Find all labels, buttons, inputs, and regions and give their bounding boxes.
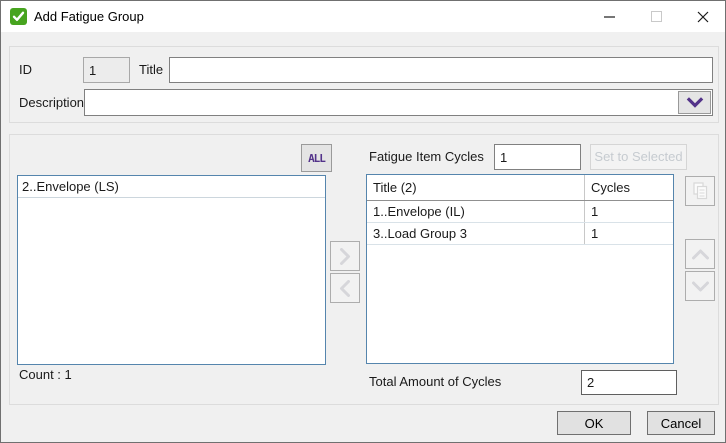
move-up-button bbox=[685, 239, 715, 269]
table-header: Title (2) Cycles bbox=[367, 175, 673, 201]
minimize-icon bbox=[604, 11, 616, 23]
title-label: Title bbox=[139, 57, 163, 83]
minimize-button[interactable] bbox=[587, 1, 633, 32]
id-label: ID bbox=[19, 57, 32, 83]
description-dropdown-button[interactable] bbox=[678, 91, 711, 114]
select-all-button[interactable]: ALL bbox=[301, 144, 332, 172]
window-title: Add Fatigue Group bbox=[34, 1, 144, 32]
chevron-up-icon bbox=[692, 249, 709, 260]
fatigue-item-cycles-input[interactable] bbox=[494, 144, 581, 170]
title-input[interactable] bbox=[169, 57, 713, 83]
add-fatigue-group-dialog: Add Fatigue Group ID Title Description A… bbox=[0, 0, 726, 443]
chevron-down-icon bbox=[692, 281, 709, 292]
close-button[interactable] bbox=[679, 1, 726, 32]
titlebar: Add Fatigue Group bbox=[1, 1, 725, 32]
copy-button bbox=[685, 176, 715, 206]
table-row[interactable]: 3..Load Group 3 1 bbox=[367, 223, 673, 245]
move-left-button[interactable] bbox=[330, 273, 360, 303]
fatigue-item-cycles-label: Fatigue Item Cycles bbox=[369, 144, 484, 170]
total-cycles-label: Total Amount of Cycles bbox=[369, 369, 501, 395]
total-cycles-input[interactable] bbox=[581, 370, 677, 395]
copy-icon bbox=[692, 182, 708, 200]
description-label: Description bbox=[19, 89, 84, 115]
table-header-title: Title (2) bbox=[367, 175, 584, 200]
id-field bbox=[83, 57, 130, 83]
description-combobox bbox=[84, 89, 713, 116]
description-input[interactable] bbox=[85, 90, 675, 115]
list-item[interactable]: 2..Envelope (LS) bbox=[18, 176, 325, 198]
fatigue-items-table[interactable]: Title (2) Cycles 1..Envelope (IL) 1 3..L… bbox=[366, 174, 674, 364]
close-icon bbox=[697, 11, 709, 23]
check-icon bbox=[10, 8, 27, 25]
chevron-left-icon bbox=[339, 280, 351, 297]
table-cell-cycles[interactable]: 1 bbox=[584, 223, 673, 244]
move-down-button bbox=[685, 271, 715, 301]
maximize-icon bbox=[651, 11, 662, 22]
set-to-selected-button: Set to Selected bbox=[590, 144, 687, 170]
maximize-button bbox=[633, 1, 679, 32]
table-cell-title[interactable]: 3..Load Group 3 bbox=[367, 223, 584, 244]
count-label: Count : 1 bbox=[19, 365, 72, 391]
move-right-button[interactable] bbox=[330, 241, 360, 271]
chevron-down-icon bbox=[686, 97, 704, 109]
available-items-list[interactable]: 2..Envelope (LS) bbox=[17, 175, 326, 365]
table-header-cycles: Cycles bbox=[584, 175, 673, 200]
table-cell-title[interactable]: 1..Envelope (IL) bbox=[367, 201, 584, 222]
table-row[interactable]: 1..Envelope (IL) 1 bbox=[367, 201, 673, 223]
table-cell-cycles[interactable]: 1 bbox=[584, 201, 673, 222]
ok-button[interactable]: OK bbox=[557, 411, 631, 435]
cancel-button[interactable]: Cancel bbox=[647, 411, 715, 435]
chevron-right-icon bbox=[339, 248, 351, 265]
